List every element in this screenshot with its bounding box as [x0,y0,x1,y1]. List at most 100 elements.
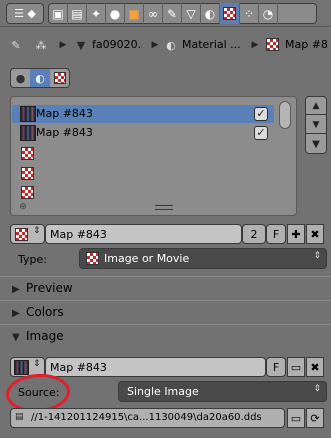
breadcrumb-separator-icon: ▶ [59,40,67,50]
texture-thumbnail [20,125,36,141]
new-texture-button[interactable]: ✚ [287,224,305,244]
colors-panel-title: Colors [26,305,64,319]
slot-label: Map #843 [36,107,93,120]
tab-render[interactable]: ▣ [49,3,68,24]
cube-icon: ■ [128,6,140,21]
move-slot-up-button[interactable]: ▲ [306,97,326,115]
triangle-up-icon: ▲ [312,100,320,111]
breadcrumb-material: Material ... [182,38,241,51]
tab-constraints[interactable]: ∞ [144,3,163,24]
plus-icon: ✚ [291,227,301,241]
material-icon: ◐ [166,38,176,52]
tab-modifiers[interactable]: ✎ [163,3,182,24]
material-context-button[interactable]: ◐ [30,69,50,87]
texture-type-value: Image or Movie [104,252,190,265]
texture-icon [223,7,236,20]
updown-arrows-icon: ⇕ [33,359,41,369]
texture-type-dropdown[interactable]: Image or Movie ⇕ [79,248,327,269]
texture-icon [266,38,279,51]
tab-particles[interactable]: ⁘ [240,3,259,24]
texture-icon [21,147,34,160]
image-filepath: //1-141201124915\ca...1130049\da20a60.dd… [31,412,262,423]
image-name-field[interactable]: Map #843 [45,357,266,377]
list-scrollbar[interactable] [279,101,291,129]
unlink-image-button[interactable]: ✖ [306,357,324,377]
other-context-button[interactable] [50,69,69,87]
image-thumbnail [14,360,29,375]
camera-icon: ▣ [52,6,64,21]
list-item[interactable] [12,145,274,163]
triangle-down-icon: ▼ [312,119,320,130]
tab-material[interactable]: ◐ [201,3,220,24]
colors-panel-header[interactable]: ▶ Colors [0,300,331,324]
type-label: Type: [18,253,47,266]
particles-icon: ⁘ [243,6,255,21]
breadcrumb-separator-icon: ▶ [151,40,159,50]
material-icon: ◐ [204,6,216,21]
editor-type-button[interactable]: ☰ ◆ [6,3,44,24]
list-item[interactable]: Map #843 ✓ [12,105,274,123]
slot-enabled-checkbox[interactable]: ✓ [254,107,268,121]
world-icon: ● [15,71,26,85]
image-texture-icon [86,252,99,265]
image-panel-header[interactable]: ▼ Image [0,324,331,348]
preview-panel-header[interactable]: ▶ Preview [0,276,331,300]
world-context-button[interactable]: ● [11,69,30,87]
reload-image-button[interactable]: ⟳ [306,408,324,428]
tab-object[interactable]: ■ [125,3,144,24]
object-hierarchy-icon: ⁂ [35,38,47,52]
physics-icon: ◔ [262,6,274,21]
list-item[interactable] [12,184,274,202]
texture-users-button[interactable]: 2 [242,224,266,244]
file-icon: ▤ [15,412,24,422]
slot-specials-button[interactable]: ▼ [306,135,326,153]
texture-name: Map #843 [50,228,107,241]
image-source-dropdown[interactable]: Single Image ⇕ [118,381,327,402]
slot-enabled-checkbox[interactable]: ✓ [254,126,268,140]
texture-name-field[interactable]: Map #843 [45,224,242,244]
image-fake-user-label: F [272,360,280,374]
fake-user-button[interactable]: F [266,224,286,244]
unlink-texture-button[interactable]: ✖ [306,224,324,244]
dropdown-arrow-icon: ▼ [312,138,320,150]
material-icon: ◐ [35,71,45,85]
image-name: Map #843 [50,361,107,374]
expanded-triangle-icon: ▼ [12,332,20,343]
tab-texture[interactable] [220,3,240,24]
move-slot-down-button[interactable]: ▼ [306,116,326,134]
image-filepath-field[interactable]: ▤ //1-141201124915\ca...1130049\da20a60.… [10,408,285,428]
tab-data[interactable]: ▽ [182,3,201,24]
list-item[interactable] [12,165,274,183]
pin-icon[interactable]: ✎ [8,37,24,53]
texture-icon [15,228,28,241]
list-filter-icon[interactable]: ⊕ [18,202,28,212]
fake-user-label: F [272,227,280,241]
texture-icon [21,186,34,199]
mesh-data-icon: ▽ [186,6,196,21]
collapsed-triangle-icon: ▶ [12,284,20,295]
image-fake-user-button[interactable]: F [266,357,286,377]
texture-thumbnail [20,106,36,122]
updown-arrows-icon: ⇕ [33,226,41,236]
updown-arrows-icon: ⇕ [313,251,321,261]
list-item[interactable]: Map #843 ✓ [12,124,274,142]
source-label: Source: [18,386,60,399]
texture-browse-button[interactable]: ⇕ [10,224,45,244]
open-image-button[interactable]: ▭ [287,357,305,377]
folder-icon: ▭ [290,360,302,374]
texture-icon [53,72,66,84]
breadcrumb-texture: Map #8 [285,38,328,51]
close-icon: ✖ [310,227,320,241]
tab-render-layers[interactable]: ▤ [68,3,87,24]
browse-file-button[interactable]: ▭ [287,408,305,428]
tab-world[interactable]: ● [106,3,125,24]
list-resize-grip[interactable] [155,205,173,210]
breadcrumb-object: fa09020. [92,38,142,51]
texture-icon [21,167,34,180]
updown-arrows-icon: ⇕ [313,384,321,394]
tab-physics[interactable]: ◔ [259,3,278,24]
link-icon: ∞ [148,6,158,21]
tab-scene[interactable]: ✦ [87,3,106,24]
preview-panel-title: Preview [26,281,73,295]
breadcrumb-separator-icon: ▶ [251,40,259,50]
